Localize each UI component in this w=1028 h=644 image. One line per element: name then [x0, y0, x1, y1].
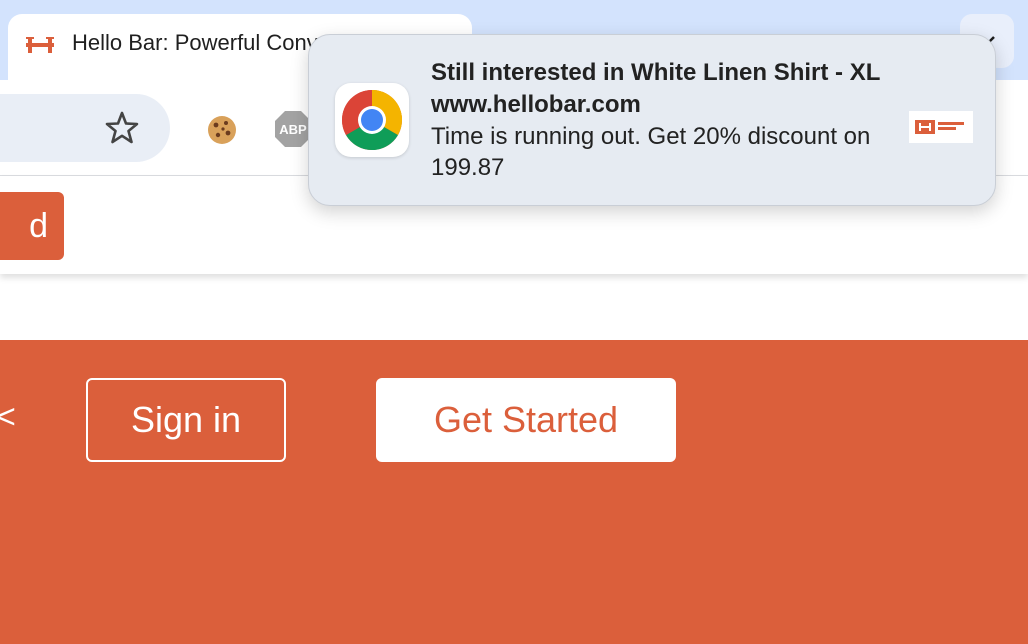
bookmark-star-icon[interactable] [104, 110, 140, 146]
notification-app-icon [335, 83, 409, 157]
abp-label: ABP [279, 122, 307, 137]
hellobar-favicon-icon [26, 37, 54, 53]
nav-edge-glyph: < [0, 398, 16, 436]
chrome-icon [341, 89, 403, 151]
get-started-button[interactable]: Get Started [376, 378, 676, 462]
tab-title: Hello Bar: Powerful Conversion Tools [72, 30, 342, 55]
notification-thumbnail [909, 111, 973, 143]
notification-popup[interactable]: Still interested in White Linen Shirt - … [308, 34, 996, 206]
address-bar[interactable] [0, 94, 170, 162]
cookie-extension-icon[interactable] [204, 112, 240, 148]
notification-body: Time is running out. Get 20% discount on… [431, 123, 871, 181]
sign-in-button[interactable]: Sign in [86, 378, 286, 462]
notification-title: Still interested in White Linen Shirt - … [431, 59, 881, 86]
notification-text: Still interested in White Linen Shirt - … [431, 57, 931, 183]
hellobar-cta-button[interactable]: d [0, 192, 64, 260]
adblock-plus-icon[interactable]: ABP [274, 110, 312, 148]
notification-origin: www.hellobar.com [431, 91, 641, 118]
hellobar-logo-icon [915, 120, 964, 134]
hero-section: < Sign in Get Started [0, 340, 1028, 644]
